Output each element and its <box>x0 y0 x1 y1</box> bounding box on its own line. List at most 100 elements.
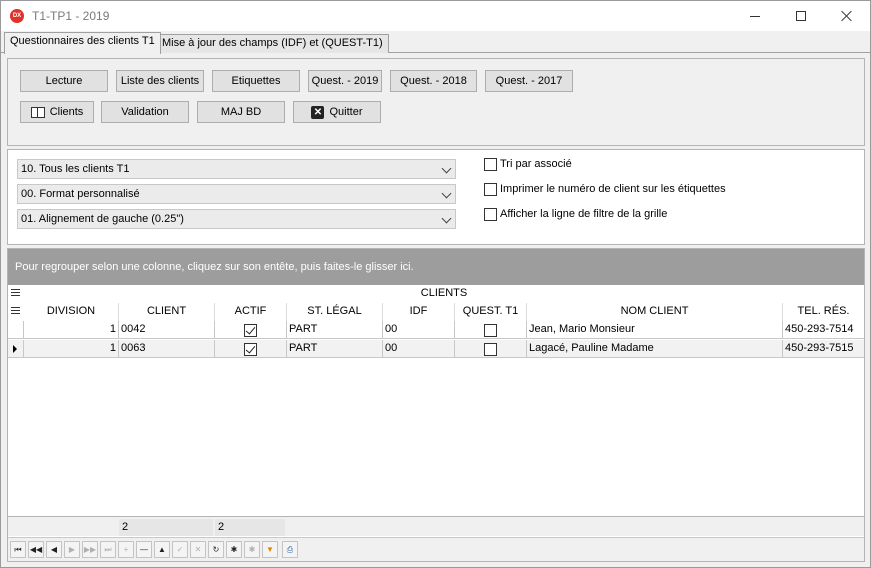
cell-tel-res[interactable]: 450-293-7515 <box>783 340 864 358</box>
tri-par-associe-option[interactable]: Tri par associé <box>484 156 572 172</box>
app-logo-icon: DX <box>10 9 24 23</box>
cell-st-legal[interactable]: PART <box>287 340 383 358</box>
lecture-button[interactable]: Lecture <box>20 70 108 92</box>
delete-record-button[interactable]: — <box>136 541 152 558</box>
close-button[interactable] <box>824 1 870 31</box>
close-icon <box>841 10 853 22</box>
insert-record-button[interactable]: + <box>118 541 134 558</box>
grid-navigator: ⏮ ◀◀ ◀ ▶ ▶▶ ⏭ + — ▲ ✓ ✕ ↻ ✱ ✱ ▼ ⎙ <box>8 537 864 561</box>
tab-strip: Questionnaires des clients T1 Mise à jou… <box>1 31 870 54</box>
cell-nom-client[interactable]: Jean, Mario Monsieur <box>527 321 783 339</box>
afficher-filtre-checkbox[interactable] <box>484 207 497 221</box>
group-by-panel[interactable]: Pour regrouper selon une colonne, clique… <box>8 249 864 285</box>
header-tel-res[interactable]: TEL. RÉS. <box>783 303 864 321</box>
header-quest-t1[interactable]: QUEST. T1 <box>455 303 527 321</box>
quest-2017-button[interactable]: Quest. - 2017 <box>485 70 573 92</box>
header-idf[interactable]: IDF <box>383 303 455 321</box>
post-edit-button[interactable]: ✓ <box>172 541 188 558</box>
prev-record-button[interactable]: ◀ <box>46 541 62 558</box>
table-row[interactable]: 1 0042 PART 00 Jean, Mario Monsieur 450-… <box>8 321 864 339</box>
afficher-filtre-label: Afficher la ligne de filtre de la grille <box>500 208 668 220</box>
cell-actif[interactable] <box>215 321 287 339</box>
grid-footer-summary: 2 2 <box>8 516 864 536</box>
etiquettes-button[interactable]: Etiquettes <box>212 70 300 92</box>
table-row[interactable]: 1 0063 PART 00 Lagacé, Pauline Madame 45… <box>8 340 864 358</box>
tab-mise-a-jour[interactable]: Mise à jour des champs (IDF) et (QUEST-T… <box>156 34 389 53</box>
cell-tel-res[interactable]: 450-293-7514 <box>783 321 864 339</box>
quitter-label: Quitter <box>329 106 363 118</box>
chevron-down-icon <box>441 188 452 199</box>
last-record-button[interactable]: ⏭ <box>100 541 116 558</box>
band-title[interactable]: CLIENTS <box>24 285 864 303</box>
title-bar: DX T1-TP1 - 2019 <box>1 1 870 31</box>
current-row-arrow-icon <box>13 345 17 353</box>
column-customize-icon[interactable] <box>11 307 20 316</box>
goto-bookmark-button[interactable]: ✱ <box>244 541 260 558</box>
refresh-button[interactable]: ↻ <box>208 541 224 558</box>
row-indicator[interactable] <box>8 340 24 358</box>
cell-quest-t1[interactable] <box>455 340 527 358</box>
save-bookmark-button[interactable]: ✱ <box>226 541 242 558</box>
tri-par-associe-label: Tri par associé <box>500 158 572 170</box>
minimize-button[interactable] <box>732 1 778 31</box>
filter-button[interactable]: ▼ <box>262 541 278 558</box>
header-division[interactable]: DIVISION <box>24 303 119 321</box>
cancel-edit-button[interactable]: ✕ <box>190 541 206 558</box>
next-record-button[interactable]: ▶ <box>64 541 80 558</box>
cell-division[interactable]: 1 <box>24 340 119 358</box>
quitter-button[interactable]: ✕ Quitter <box>293 101 381 123</box>
quest-2018-button[interactable]: Quest. - 2018 <box>390 70 477 92</box>
etiquettes-label: Etiquettes <box>231 75 281 87</box>
validation-button[interactable]: Validation <box>101 101 189 123</box>
footer-client-count: 2 <box>119 519 213 536</box>
quest-2018-label: Quest. - 2018 <box>400 75 467 87</box>
quest-t1-checkbox[interactable] <box>484 342 497 356</box>
imprimer-numero-label: Imprimer le numéro de client sur les éti… <box>500 183 726 195</box>
chevron-down-icon <box>441 213 452 224</box>
clients-label: Clients <box>49 106 84 118</box>
actif-checkbox[interactable] <box>244 323 257 337</box>
liste-clients-button[interactable]: Liste des clients <box>116 70 204 92</box>
clients-button[interactable]: Clients <box>20 101 94 123</box>
cell-idf[interactable]: 00 <box>383 340 455 358</box>
alignment-select[interactable]: 01. Alignement de gauche (0.25") <box>17 209 456 229</box>
afficher-filtre-option[interactable]: Afficher la ligne de filtre de la grille <box>484 206 667 222</box>
header-nom-client[interactable]: NOM CLIENT <box>527 303 783 321</box>
format-select[interactable]: 00. Format personnalisé <box>17 184 456 204</box>
print-button[interactable]: ⎙ <box>282 541 298 558</box>
header-st-legal[interactable]: ST. LÉGAL <box>287 303 383 321</box>
cell-client[interactable]: 0063 <box>119 340 215 358</box>
actif-checkbox[interactable] <box>244 342 257 356</box>
header-actif[interactable]: ACTIF <box>215 303 287 321</box>
quest-2019-label: Quest. - 2019 <box>311 75 379 87</box>
row-indicator[interactable] <box>8 321 24 339</box>
cell-client[interactable]: 0042 <box>119 321 215 339</box>
cell-nom-client[interactable]: Lagacé, Pauline Madame <box>527 340 783 358</box>
liste-clients-label: Liste des clients <box>120 75 200 87</box>
tri-par-associe-checkbox[interactable] <box>484 157 497 171</box>
band-customize-icon[interactable] <box>11 289 20 298</box>
cell-idf[interactable]: 00 <box>383 321 455 339</box>
cell-st-legal[interactable]: PART <box>287 321 383 339</box>
maximize-button[interactable] <box>778 1 824 31</box>
alignment-value: 01. Alignement de gauche (0.25") <box>21 213 184 225</box>
imprimer-numero-option[interactable]: Imprimer le numéro de client sur les éti… <box>484 181 726 197</box>
edit-record-button[interactable]: ▲ <box>154 541 170 558</box>
client-filter-select[interactable]: 10. Tous les clients T1 <box>17 159 456 179</box>
cell-actif[interactable] <box>215 340 287 358</box>
tab-questionnaires[interactable]: Questionnaires des clients T1 <box>4 32 161 54</box>
lecture-label: Lecture <box>45 75 83 87</box>
prev-page-button[interactable]: ◀◀ <box>28 541 44 558</box>
validation-label: Validation <box>121 106 169 118</box>
maj-bd-label: MAJ BD <box>220 106 262 118</box>
first-record-button[interactable]: ⏮ <box>10 541 26 558</box>
imprimer-numero-checkbox[interactable] <box>484 182 497 196</box>
maj-bd-button[interactable]: MAJ BD <box>197 101 285 123</box>
header-client[interactable]: CLIENT <box>119 303 215 321</box>
next-page-button[interactable]: ▶▶ <box>82 541 98 558</box>
cell-division[interactable]: 1 <box>24 321 119 339</box>
quest-2019-button[interactable]: Quest. - 2019 <box>308 70 382 92</box>
options-panel: 10. Tous les clients T1 00. Format perso… <box>7 149 865 245</box>
quest-t1-checkbox[interactable] <box>484 323 497 337</box>
cell-quest-t1[interactable] <box>455 321 527 339</box>
